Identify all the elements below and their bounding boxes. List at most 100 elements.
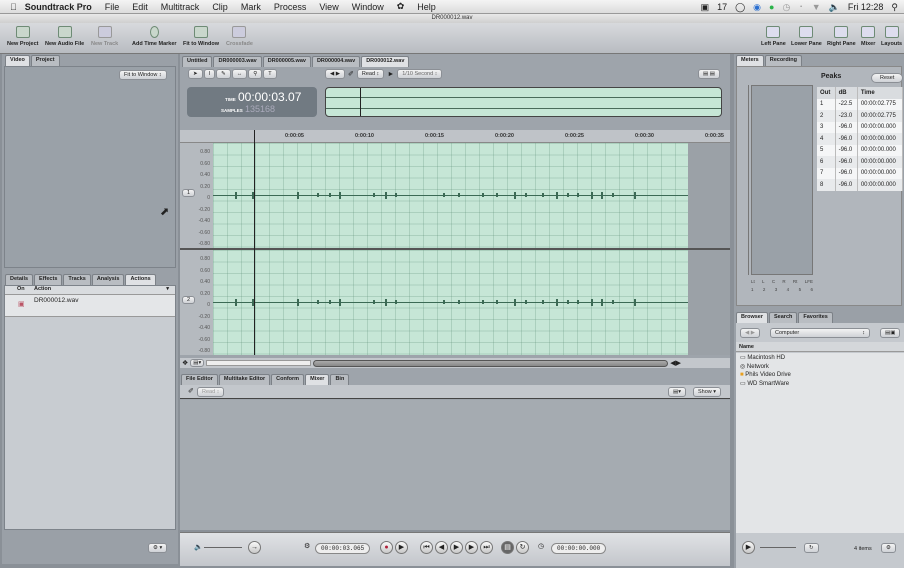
sync-icon[interactable]: ◯: [735, 2, 745, 13]
menu-script-icon[interactable]: ✿: [397, 1, 405, 12]
tab-search[interactable]: Search: [769, 312, 798, 323]
mixer-view-menu[interactable]: ▤▾: [668, 387, 686, 397]
menu-edit[interactable]: Edit: [132, 2, 148, 12]
tab-recording[interactable]: Recording: [764, 55, 802, 66]
zoom-icon[interactable]: ❖: [182, 359, 188, 367]
mixer-automation-select[interactable]: Read ↕: [197, 387, 225, 397]
track-divider[interactable]: [180, 248, 730, 250]
list-item[interactable]: ◎ Network: [736, 362, 904, 371]
nav-back-forward[interactable]: ◀ ▶: [325, 69, 345, 79]
track-1[interactable]: 0.80 0.60 0.40 0.20 0 -0.20 -0.40 -0.60 -0.80 1: [180, 143, 730, 248]
list-item[interactable]: ▭ WD SmartWare: [736, 379, 904, 388]
track-2[interactable]: 0.80 0.60 0.40 0.20 0 -0.20 -0.40 -0.60 -0.80 2: [180, 250, 730, 355]
tab-multitake-editor[interactable]: Multitake Editor: [218, 374, 271, 385]
timeline-ruler[interactable]: 0:00:05 0:00:10 0:00:15 0:00:20 0:00:25 …: [180, 130, 730, 143]
date-icon[interactable]: 17: [717, 2, 727, 12]
output-button[interactable]: →: [248, 541, 261, 554]
duration-timecode[interactable]: 00:00:00.000: [551, 543, 607, 554]
arrow-tool-icon[interactable]: ➤: [188, 69, 203, 79]
preview-loop-button[interactable]: ↻: [804, 543, 819, 553]
browser-action-menu[interactable]: ⚙: [881, 543, 896, 553]
zoom-tool-icon[interactable]: ⚲: [248, 69, 263, 79]
layouts-button[interactable]: Layouts: [881, 26, 902, 47]
tab-dr000003[interactable]: DR000003.wav: [213, 56, 262, 67]
tab-dr000004[interactable]: DR000004.wav: [311, 56, 361, 67]
add-time-marker-button[interactable]: Add Time Marker: [132, 26, 177, 47]
scroll-arrows-icon[interactable]: ◀▶: [670, 359, 681, 367]
record-play-button[interactable]: ▶: [395, 541, 408, 554]
right-pane-button[interactable]: Right Pane: [827, 26, 856, 47]
browser-nav-buttons[interactable]: ◀ ▶: [740, 328, 760, 338]
volume-icon[interactable]: 🔈: [829, 2, 840, 13]
sort-icon[interactable]: ▾: [166, 286, 175, 294]
list-item[interactable]: ▭ Macintosh HD: [736, 353, 904, 362]
tab-dr000005[interactable]: DR000005.wav: [262, 56, 311, 67]
waveform-tracks[interactable]: 0.80 0.60 0.40 0.20 0 -0.20 -0.40 -0.60 -0.80 1 0.…: [180, 143, 730, 355]
menu-window[interactable]: Window: [352, 2, 384, 12]
go-to-end-button[interactable]: ⏭: [480, 541, 493, 554]
wifi-icon[interactable]: ▼: [812, 2, 821, 12]
tab-mixer[interactable]: Mixer: [305, 374, 330, 385]
preview-play-button[interactable]: ▶: [742, 541, 755, 554]
pencil-tool-icon[interactable]: ✎: [216, 69, 231, 79]
menu-multitrack[interactable]: Multitrack: [161, 2, 200, 12]
timeslice-tool-icon[interactable]: I: [203, 69, 216, 79]
tab-actions[interactable]: Actions: [125, 274, 156, 285]
text-tool-icon[interactable]: T: [263, 69, 277, 79]
blue-status-icon[interactable]: ◉: [753, 2, 761, 13]
list-item[interactable]: ▣ DR000012.wav: [5, 295, 175, 317]
camera-icon[interactable]: ▣: [701, 2, 710, 13]
crossfade-button[interactable]: Crossfade: [226, 26, 253, 47]
location-select[interactable]: Computer ↕: [770, 328, 870, 338]
tab-project[interactable]: Project: [30, 55, 60, 66]
menu-view[interactable]: View: [319, 2, 338, 12]
new-track-button[interactable]: New Track: [91, 26, 118, 47]
scrub-tool-icon[interactable]: ↔: [231, 69, 248, 79]
horizontal-scrollbar[interactable]: [313, 359, 669, 367]
tab-analysis[interactable]: Analysis: [91, 274, 125, 285]
menu-clip[interactable]: Clip: [212, 2, 228, 12]
playhead[interactable]: [254, 130, 255, 355]
show-select[interactable]: Show ▾: [693, 387, 722, 397]
menu-help[interactable]: Help: [417, 2, 436, 12]
menu-process[interactable]: Process: [274, 2, 307, 12]
play-button[interactable]: ▶: [450, 541, 463, 554]
overview-waveform[interactable]: [325, 87, 722, 117]
record-button[interactable]: ●: [380, 541, 393, 554]
clock[interactable]: Fri 12:28: [848, 2, 884, 12]
tab-bin[interactable]: Bin: [330, 374, 350, 385]
view-menu[interactable]: ▤▾: [190, 359, 205, 367]
volume-slider[interactable]: [204, 547, 242, 548]
reset-button[interactable]: Reset: [871, 73, 904, 83]
time-machine-icon[interactable]: ◷: [782, 2, 790, 13]
col-on[interactable]: On: [5, 286, 31, 294]
loop-button[interactable]: ▤: [501, 541, 514, 554]
spotlight-icon[interactable]: ⚲: [891, 2, 898, 13]
left-pane-button[interactable]: Left Pane: [761, 26, 786, 47]
tab-browser[interactable]: Browser: [736, 312, 769, 323]
lower-pane-button[interactable]: Lower Pane: [791, 26, 822, 47]
tab-video[interactable]: Video: [5, 55, 30, 66]
rewind-button[interactable]: ◀: [435, 541, 448, 554]
checkbox[interactable]: ▣: [5, 295, 31, 316]
playhead-timecode[interactable]: 00:00:03.065: [315, 543, 371, 554]
actions-menu-button[interactable]: ⚙ ▾: [148, 543, 168, 553]
go-to-start-button[interactable]: ⏮: [420, 541, 433, 554]
tab-meters[interactable]: Meters: [736, 55, 764, 66]
view-toggle[interactable]: ▤▣: [880, 328, 901, 338]
cycle-button[interactable]: ↻: [516, 541, 529, 554]
app-menu[interactable]: Soundtrack Pro: [25, 2, 92, 12]
green-status-icon[interactable]: ●: [769, 2, 774, 12]
forward-button[interactable]: ▶: [465, 541, 478, 554]
fit-to-window-button[interactable]: Fit to Window: [183, 26, 219, 47]
tab-file-editor[interactable]: File Editor: [181, 374, 218, 385]
zoom-slider[interactable]: [206, 360, 312, 366]
col-action[interactable]: Action: [31, 286, 166, 294]
tab-conform[interactable]: Conform: [271, 374, 305, 385]
col-name[interactable]: Name: [736, 342, 904, 352]
automation-mode-select[interactable]: Read ↕: [356, 69, 385, 79]
fit-to-window-select[interactable]: Fit to Window ↕: [119, 70, 167, 80]
tab-untitled[interactable]: Untitled: [182, 56, 213, 67]
menu-mark[interactable]: Mark: [241, 2, 261, 12]
apple-menu-icon[interactable]: : [10, 2, 17, 12]
